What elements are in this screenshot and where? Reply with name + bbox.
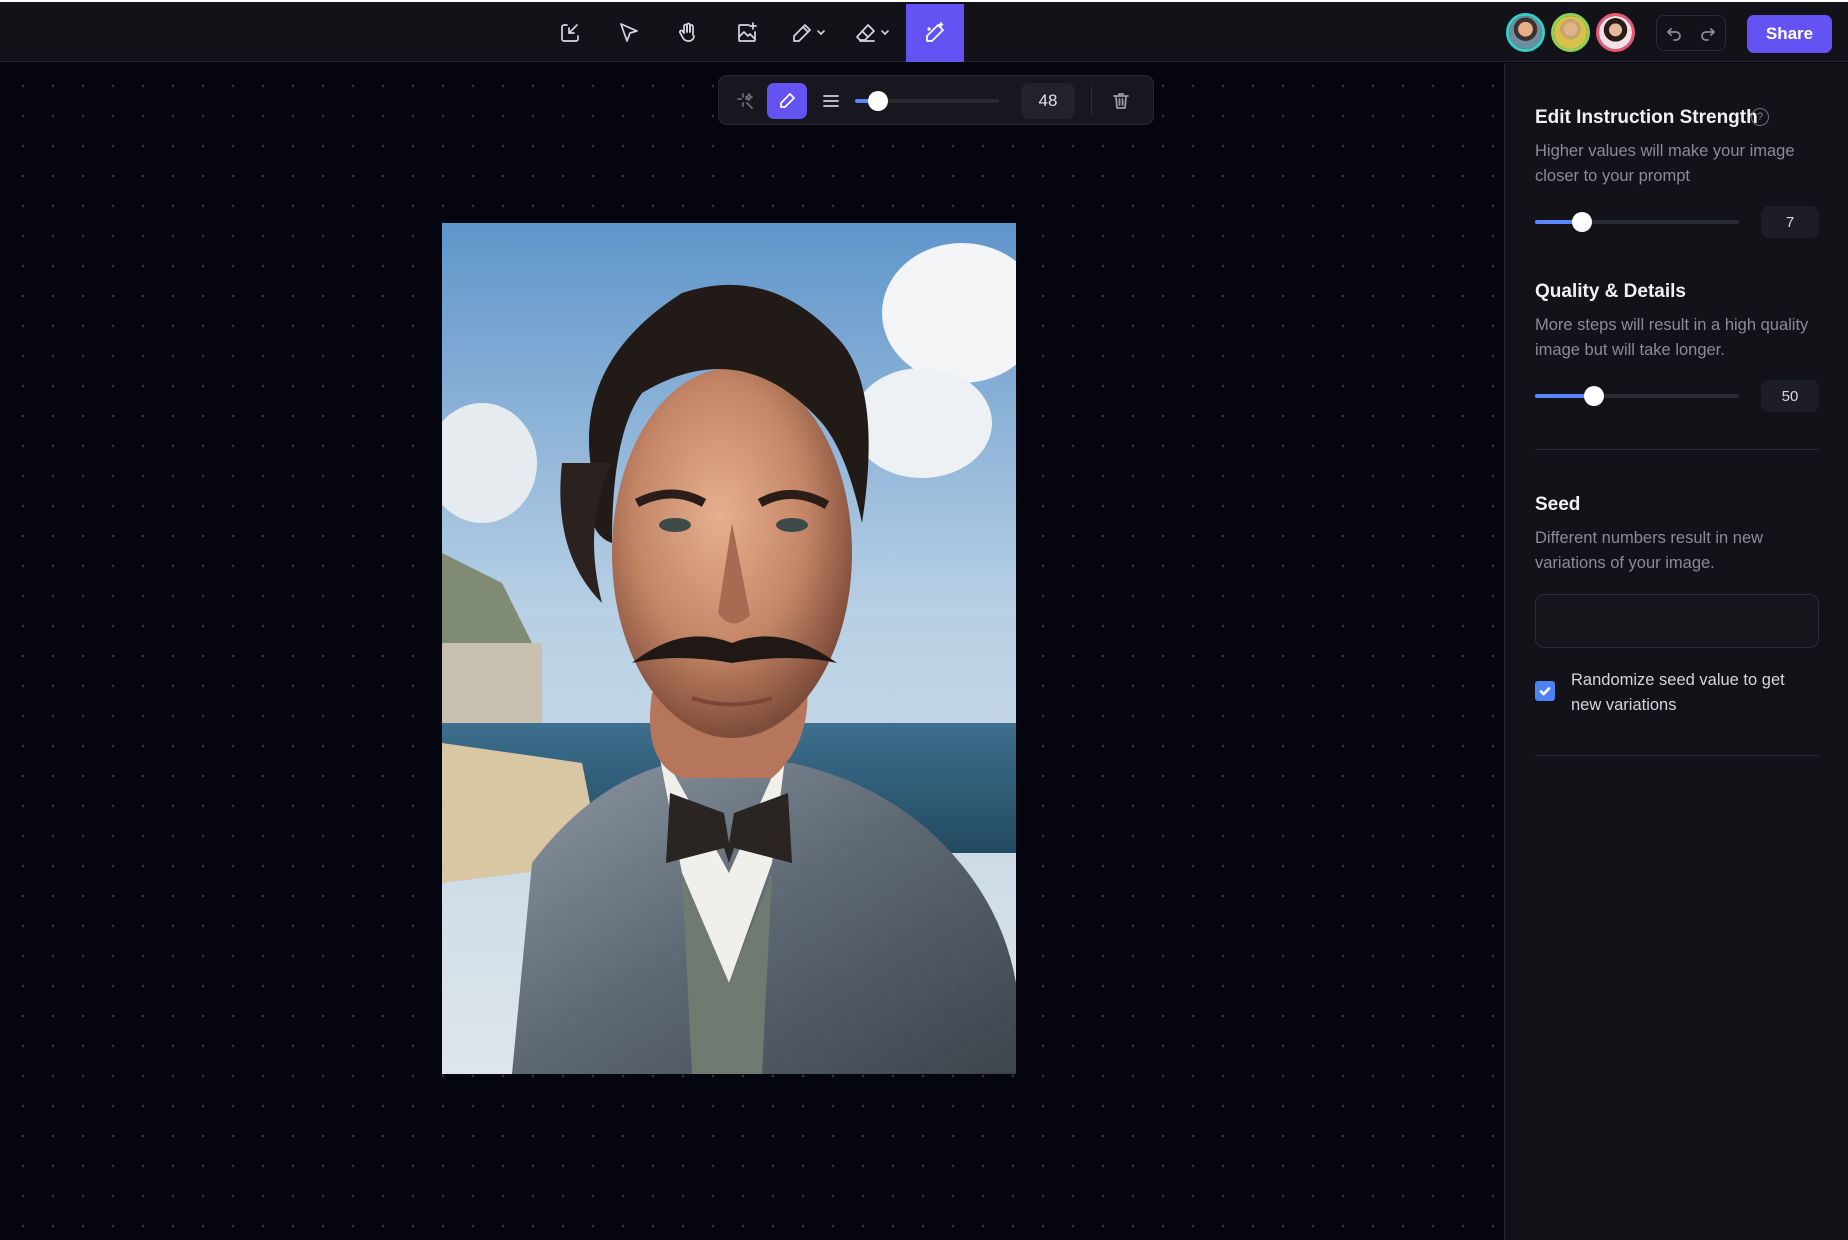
trash-icon[interactable] [1103, 83, 1139, 119]
portrait-image [442, 223, 1016, 1074]
seed-title: Seed [1535, 494, 1581, 515]
divider [1535, 449, 1819, 450]
brush-pencil-icon[interactable] [767, 83, 807, 119]
pencil-icon[interactable] [782, 4, 834, 62]
undo-icon[interactable] [1657, 16, 1691, 50]
redo-icon[interactable] [1691, 16, 1725, 50]
settings-panel: Edit Instruction Strength ? Higher value… [1504, 63, 1848, 1240]
randomize-seed-label[interactable]: Randomize seed value to get new variatio… [1571, 668, 1817, 718]
share-button[interactable]: Share [1747, 15, 1832, 53]
import-icon[interactable] [541, 4, 599, 62]
help-icon[interactable]: ? [1751, 108, 1769, 126]
avatar[interactable] [1506, 13, 1545, 52]
brush-size-value[interactable]: 48 [1021, 83, 1075, 119]
edit-strength-title: Edit Instruction Strength [1535, 107, 1758, 128]
quality-slider[interactable] [1535, 386, 1739, 406]
avatar[interactable] [1596, 13, 1635, 52]
magic-wand-icon[interactable] [906, 4, 964, 62]
top-toolbar: Share [0, 0, 1848, 62]
slider-handle[interactable] [1584, 386, 1605, 406]
brush-size-slider[interactable] [855, 91, 999, 111]
image-sparkle-icon[interactable] [718, 4, 776, 62]
canvas-area[interactable]: 48 [0, 63, 1504, 1240]
edit-strength-slider[interactable] [1535, 212, 1739, 232]
randomize-seed-checkbox[interactable] [1535, 681, 1555, 701]
smart-select-icon[interactable] [727, 83, 763, 119]
history-controls [1656, 15, 1726, 51]
canvas-image[interactable] [442, 223, 1016, 1074]
slider-handle[interactable] [1571, 212, 1592, 232]
brush-toolbar: 48 [718, 75, 1154, 125]
eraser-icon[interactable] [846, 4, 898, 62]
edit-strength-value[interactable]: 7 [1761, 206, 1819, 238]
edit-strength-description: Higher values will make your image close… [1535, 142, 1795, 185]
quality-title: Quality & Details [1535, 281, 1686, 302]
chevron-down-icon [881, 30, 889, 35]
collaborator-avatars [1506, 13, 1641, 52]
select-arrow-icon[interactable] [600, 4, 658, 62]
seed-description: Different numbers result in new variatio… [1535, 529, 1764, 572]
hand-pan-icon[interactable] [659, 4, 717, 62]
avatar[interactable] [1551, 13, 1590, 52]
divider [1535, 755, 1819, 756]
brush-thickness-icon [815, 83, 847, 119]
quality-value[interactable]: 50 [1761, 380, 1819, 412]
quality-description: More steps will result in a high quality… [1535, 316, 1809, 359]
divider [1091, 86, 1092, 116]
seed-input[interactable] [1535, 594, 1819, 648]
checkmark-icon [1539, 687, 1551, 696]
chevron-down-icon [817, 30, 825, 35]
slider-handle[interactable] [868, 91, 889, 111]
